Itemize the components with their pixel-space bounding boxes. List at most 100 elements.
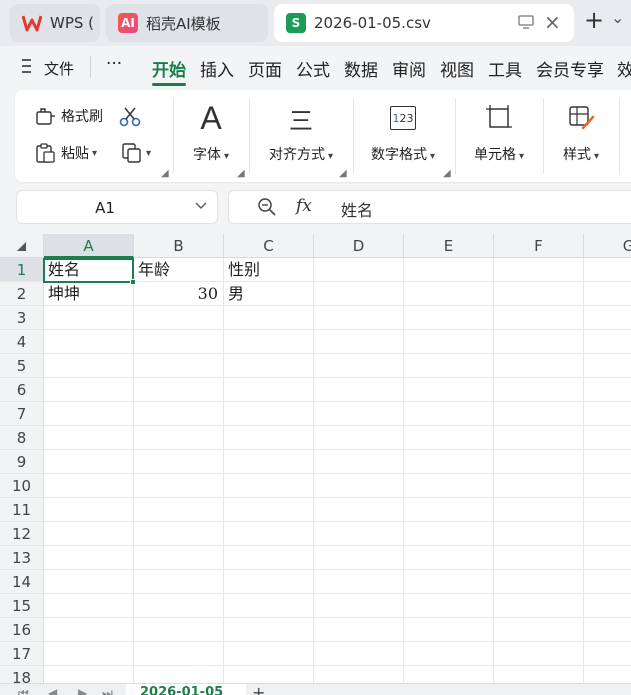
- menu-effect[interactable]: 效: [617, 56, 631, 81]
- row-header-3[interactable]: 3: [0, 306, 44, 330]
- row-gridline: [44, 449, 631, 450]
- row-header-10[interactable]: 10: [0, 474, 44, 498]
- menu-more[interactable]: ···: [106, 54, 122, 74]
- wps-logo-icon: [22, 13, 42, 33]
- row-header-16[interactable]: 16: [0, 618, 44, 642]
- column-header-g[interactable]: G: [584, 234, 631, 258]
- alignment-button[interactable]: 三 对齐方式 ▾: [259, 100, 343, 164]
- first-sheet-icon[interactable]: ⏮: [18, 684, 29, 695]
- format-painter-button[interactable]: 格式刷: [35, 106, 103, 126]
- menu-insert[interactable]: 插入: [200, 56, 234, 81]
- tab-list-chevron-icon[interactable]: ⌄: [611, 8, 624, 27]
- cell-label: 单元格: [473, 147, 516, 163]
- menu-data[interactable]: 数据: [344, 56, 378, 81]
- dialog-launcher-icon[interactable]: ◢: [237, 168, 245, 179]
- fx-function-icon[interactable]: fx: [296, 196, 312, 216]
- row-header-6[interactable]: 6: [0, 378, 44, 402]
- row-header-11[interactable]: 11: [0, 498, 44, 522]
- cell-a2[interactable]: 坤坤: [48, 282, 128, 306]
- dialog-launcher-icon[interactable]: ◢: [443, 168, 451, 179]
- tab-docer-ai[interactable]: AI 稻壳AI模板: [106, 4, 268, 42]
- font-button[interactable]: A 字体 ▾: [185, 100, 237, 164]
- format-painter-label: 格式刷: [61, 109, 103, 125]
- menu-file[interactable]: 文件: [44, 58, 74, 79]
- row-header-12[interactable]: 12: [0, 522, 44, 546]
- row-header-2[interactable]: 2: [0, 282, 44, 306]
- ribbon-divider: [455, 98, 456, 174]
- column-header-c[interactable]: C: [224, 234, 314, 258]
- cell-b2[interactable]: 30: [138, 282, 218, 306]
- chevron-down-icon: ▾: [146, 147, 152, 159]
- name-box[interactable]: A1: [16, 190, 218, 224]
- paste-label: 粘贴: [61, 146, 89, 162]
- tab-csv-file[interactable]: S 2026-01-05.csv ×: [274, 4, 574, 42]
- row-gridline: [44, 305, 631, 306]
- chevron-down-icon[interactable]: [195, 199, 207, 213]
- chevron-down-icon: ▾: [92, 147, 98, 159]
- row-header-8[interactable]: 8: [0, 426, 44, 450]
- select-all-corner[interactable]: [0, 234, 44, 258]
- monitor-icon[interactable]: [518, 15, 534, 33]
- paste-button[interactable]: 粘贴 ▾: [35, 142, 97, 164]
- menu-page[interactable]: 页面: [248, 56, 282, 81]
- numfmt-digit: 1: [392, 111, 400, 125]
- row-header-13[interactable]: 13: [0, 546, 44, 570]
- menu-formula[interactable]: 公式: [296, 56, 330, 81]
- window-tab-bar: WPS ( AI 稻壳AI模板 S 2026-01-05.csv × + ⌄: [0, 0, 631, 46]
- cell-button[interactable]: 单元格 ▾: [467, 100, 531, 164]
- row-header-4[interactable]: 4: [0, 330, 44, 354]
- column-header-d[interactable]: D: [314, 234, 404, 258]
- font-label: 字体: [192, 147, 221, 163]
- docer-ai-icon: AI: [118, 13, 138, 33]
- align-lines-icon: 三: [289, 106, 313, 135]
- next-sheet-icon[interactable]: ▶: [78, 684, 87, 695]
- style-button[interactable]: 样式 ▾: [553, 100, 609, 164]
- scissors-icon[interactable]: [119, 106, 141, 132]
- new-tab-icon[interactable]: +: [584, 6, 604, 34]
- style-grid-brush-icon: [567, 100, 595, 136]
- add-sheet-button[interactable]: +: [252, 684, 265, 695]
- prev-sheet-icon[interactable]: ◀: [48, 684, 57, 695]
- row-header-7[interactable]: 7: [0, 402, 44, 426]
- column-header-e[interactable]: E: [404, 234, 494, 258]
- menu-member[interactable]: 会员专享: [536, 56, 604, 81]
- number-format-button[interactable]: 123 数字格式 ▾: [363, 100, 443, 164]
- row-header-9[interactable]: 9: [0, 450, 44, 474]
- number-format-icon: 123: [390, 100, 416, 136]
- formula-input[interactable]: 姓名: [341, 197, 373, 221]
- ribbon-divider: [173, 98, 174, 174]
- row-gridline: [44, 473, 631, 474]
- last-sheet-icon[interactable]: ⏭: [102, 684, 113, 695]
- row-header-5[interactable]: 5: [0, 354, 44, 378]
- tab-wps-home[interactable]: WPS (: [10, 4, 100, 42]
- column-gridline: [313, 258, 314, 695]
- fill-handle[interactable]: [130, 279, 136, 285]
- row-header-17[interactable]: 17: [0, 642, 44, 666]
- row-header-14[interactable]: 14: [0, 570, 44, 594]
- column-header-b[interactable]: B: [134, 234, 224, 258]
- spreadsheet-grid[interactable]: A B C D E F G 1 2 3 4 5 6 7 8 9 10 11 12 13 14 15 16 17 18 姓名 年龄 性别…: [0, 234, 631, 695]
- row-gridline: [44, 593, 631, 594]
- cell-b1[interactable]: 年龄: [138, 258, 218, 282]
- cell-c1[interactable]: 性别: [228, 258, 308, 282]
- chevron-down-icon: ▾: [429, 151, 436, 162]
- row-header-15[interactable]: 15: [0, 594, 44, 618]
- zoom-lookup-icon[interactable]: [257, 197, 277, 221]
- chevron-down-icon: ▾: [593, 151, 600, 162]
- sheet-tab-active[interactable]: 2026-01-05: [126, 684, 246, 695]
- menu-review[interactable]: 审阅: [392, 56, 426, 81]
- close-tab-icon[interactable]: ×: [544, 10, 561, 34]
- hamburger-icon[interactable]: [22, 58, 34, 78]
- copy-button[interactable]: ▾: [121, 142, 151, 164]
- dialog-launcher-icon[interactable]: ◢: [339, 168, 347, 179]
- row-header-1[interactable]: 1: [0, 258, 44, 282]
- sheet-tab-bar: ⏮ ◀ ▶ ⏭ 2026-01-05 +: [0, 683, 631, 695]
- column-header-f[interactable]: F: [494, 234, 584, 258]
- cell-c2[interactable]: 男: [228, 282, 308, 306]
- dialog-launcher-icon[interactable]: ◢: [161, 168, 169, 179]
- menu-home[interactable]: 开始: [152, 56, 186, 81]
- menu-view[interactable]: 视图: [440, 56, 474, 81]
- column-gridline: [223, 258, 224, 695]
- menu-tools[interactable]: 工具: [488, 56, 522, 81]
- column-header-a[interactable]: A: [44, 234, 134, 258]
